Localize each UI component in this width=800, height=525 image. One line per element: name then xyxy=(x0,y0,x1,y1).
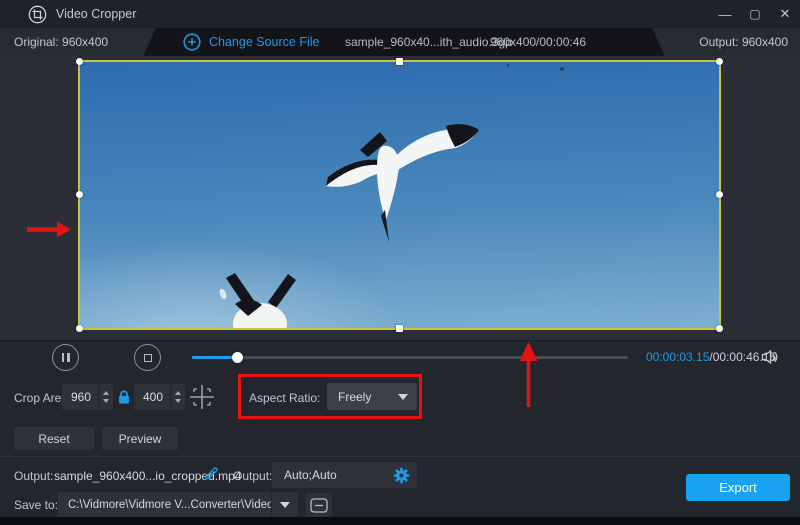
minimize-button[interactable]: — xyxy=(710,0,740,28)
maximize-button[interactable]: ▢ xyxy=(740,0,770,28)
annotation-arrow-left xyxy=(27,221,71,238)
original-resolution: Original: 960x400 xyxy=(14,35,109,49)
preview-panel xyxy=(0,56,800,340)
crop-handle-top-left[interactable] xyxy=(76,58,83,65)
save-path-value: C:\Vidmore\Vidmore V...Converter\Video C… xyxy=(68,498,271,511)
video-frame xyxy=(80,62,719,328)
save-to-label: Save to: xyxy=(14,498,59,512)
crop-handle-bottom-left[interactable] xyxy=(76,325,83,332)
seek-track[interactable] xyxy=(192,356,628,359)
chevron-down-icon xyxy=(398,393,408,400)
reset-button[interactable]: Reset xyxy=(14,427,94,450)
time-display: 00:00:03.15 /00:00:46.15 xyxy=(646,341,776,373)
source-file-name: sample_960x40...ith_audio.3gp xyxy=(345,35,512,49)
output-format-field[interactable]: Auto;Auto xyxy=(272,462,417,488)
crop-handle-mid-right[interactable] xyxy=(716,191,723,198)
crop-app-icon xyxy=(28,5,47,24)
preview-button[interactable]: Preview xyxy=(102,427,178,450)
pause-icon xyxy=(61,353,70,362)
crop-height-value[interactable]: 400 xyxy=(134,390,170,404)
output-format-value: Auto;Auto xyxy=(284,468,337,482)
video-cropper-window: Video Cropper — ▢ ✕ Original: 960x400 Ch… xyxy=(0,0,800,525)
aspect-ratio-value: Freely xyxy=(338,389,372,404)
change-source-file-button[interactable]: Change Source File xyxy=(183,28,319,56)
chevron-down-icon xyxy=(280,501,290,508)
topbar: Original: 960x400 Change Source File sam… xyxy=(0,28,800,56)
plus-circle-icon xyxy=(183,33,201,51)
output-info-tab: Output: 960x400 xyxy=(652,28,800,56)
save-path-select[interactable]: C:\Vidmore\Vidmore V...Converter\Video C… xyxy=(58,492,298,517)
folder-icon xyxy=(310,497,328,513)
crop-height-input[interactable]: 400 xyxy=(134,384,185,410)
aspect-ratio-select[interactable]: Freely xyxy=(327,383,417,410)
seek-thumb[interactable] xyxy=(232,351,243,363)
window-title: Video Cropper xyxy=(56,7,137,21)
crop-handle-mid-left[interactable] xyxy=(76,191,83,198)
output-format-label: Output: xyxy=(233,469,273,483)
close-button[interactable]: ✕ xyxy=(770,0,800,28)
stop-icon xyxy=(143,353,152,362)
aspect-ratio-label: Aspect Ratio: xyxy=(249,391,321,405)
source-file-info: 960x400/00:00:46 xyxy=(490,35,587,49)
original-info-tab: Original: 960x400 xyxy=(0,28,156,56)
transport-bar: 00:00:03.15 /00:00:46.15 xyxy=(0,340,800,372)
output-file-label: Output: xyxy=(14,469,54,483)
pause-button[interactable] xyxy=(52,344,79,371)
gear-icon[interactable] xyxy=(393,467,410,484)
crop-handle-top-right[interactable] xyxy=(716,58,723,65)
export-button[interactable]: Export xyxy=(686,474,790,501)
titlebar: Video Cropper — ▢ ✕ xyxy=(0,0,800,28)
lock-aspect-icon[interactable] xyxy=(116,389,132,405)
seek-slider[interactable] xyxy=(192,351,628,363)
crop-width-stepper[interactable] xyxy=(98,384,113,410)
crop-handle-top-center[interactable] xyxy=(395,58,403,65)
separator xyxy=(0,456,800,457)
stop-button[interactable] xyxy=(134,344,161,371)
window-controls: — ▢ ✕ xyxy=(710,0,800,28)
time-current: 00:00:03.15 xyxy=(646,350,710,364)
crop-width-input[interactable]: 960 xyxy=(62,384,113,410)
output-resolution: Output: 960x400 xyxy=(699,35,788,49)
crop-handle-bottom-center[interactable] xyxy=(395,325,403,332)
edit-pencil-icon[interactable] xyxy=(204,466,219,481)
crop-height-stepper[interactable] xyxy=(170,384,185,410)
volume-icon[interactable] xyxy=(760,348,778,366)
crop-handle-bottom-right[interactable] xyxy=(716,325,723,332)
window-footer xyxy=(0,517,800,525)
browse-folder-button[interactable] xyxy=(306,493,332,517)
seagulls-video-frame xyxy=(219,63,564,328)
controls-panel: Crop Area: 960 400 Aspect Ratio: Freely … xyxy=(0,372,800,517)
video-preview[interactable] xyxy=(76,58,723,332)
crop-width-value[interactable]: 960 xyxy=(62,390,98,404)
center-crop-icon[interactable] xyxy=(188,383,216,411)
seek-progress xyxy=(192,356,237,359)
save-path-dropdown[interactable] xyxy=(271,492,298,517)
